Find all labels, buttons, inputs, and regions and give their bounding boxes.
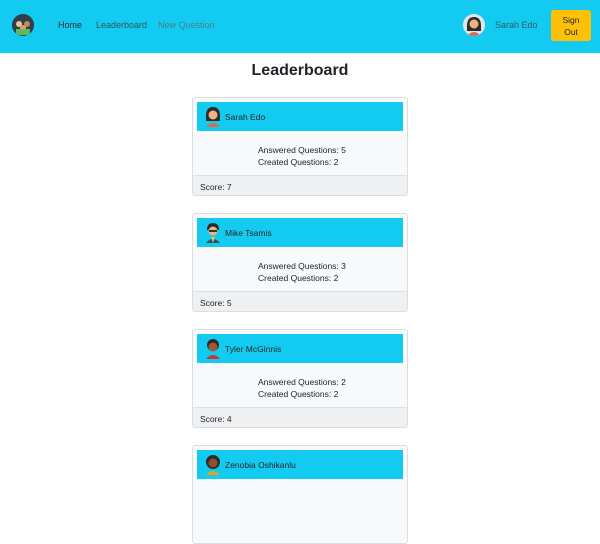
- card-score: Score: 5: [200, 298, 232, 308]
- man-avatar-icon: [202, 221, 224, 243]
- user-avatar-icon: [463, 14, 485, 36]
- card-score: Score: 4: [200, 414, 232, 424]
- sign-out-button[interactable]: Sign Out: [551, 10, 591, 41]
- woman-avatar-icon: [202, 453, 224, 475]
- card-user-name: Mike Tsamis: [225, 228, 272, 238]
- card-user-name: Tyler McGinnis: [225, 344, 282, 354]
- created-questions: Created Questions: 2: [258, 389, 339, 399]
- nav-home-link[interactable]: Home: [58, 20, 82, 31]
- page-title: Leaderboard: [251, 62, 349, 79]
- card-score: Score: 7: [200, 182, 232, 192]
- leaderboard-card: Tyler McGinnis Answered Questions: 2 Cre…: [192, 329, 408, 428]
- nav-new-question-link[interactable]: New Question: [158, 20, 215, 31]
- card-user-name: Sarah Edo: [225, 112, 266, 122]
- card-footer: Score: 7: [193, 175, 407, 195]
- man-avatar-icon: [202, 337, 224, 359]
- card-body: Answered Questions: 3 Created Questions:…: [258, 260, 346, 284]
- answered-questions: Answered Questions: 3: [258, 261, 346, 271]
- nav-leaderboard-link[interactable]: Leaderboard: [96, 20, 147, 31]
- answered-questions: Answered Questions: 2: [258, 377, 346, 387]
- card-user-name: Zenobia Oshikanlu: [225, 460, 296, 470]
- leaderboard-card: Mike Tsamis Answered Questions: 3 Create…: [192, 213, 408, 312]
- woman-avatar-icon: [202, 105, 224, 127]
- card-body: Answered Questions: 5 Created Questions:…: [258, 144, 346, 168]
- user-name: Sarah Edo: [495, 20, 538, 30]
- navbar: Home Leaderboard New Question Sarah Edo …: [0, 0, 600, 53]
- leaderboard-card: Sarah Edo Answered Questions: 5 Created …: [192, 97, 408, 196]
- card-footer: Score: 4: [193, 407, 407, 427]
- created-questions: Created Questions: 2: [258, 273, 339, 283]
- card-header: Mike Tsamis: [197, 218, 403, 247]
- card-footer: Score: 5: [193, 291, 407, 311]
- card-header: Tyler McGinnis: [197, 334, 403, 363]
- answered-questions: Answered Questions: 5: [258, 145, 346, 155]
- card-header: Sarah Edo: [197, 102, 403, 131]
- created-questions: Created Questions: 2: [258, 157, 339, 167]
- app-logo-icon[interactable]: [12, 14, 34, 36]
- leaderboard-card: Zenobia Oshikanlu: [192, 445, 408, 544]
- card-body: Answered Questions: 2 Created Questions:…: [258, 376, 346, 400]
